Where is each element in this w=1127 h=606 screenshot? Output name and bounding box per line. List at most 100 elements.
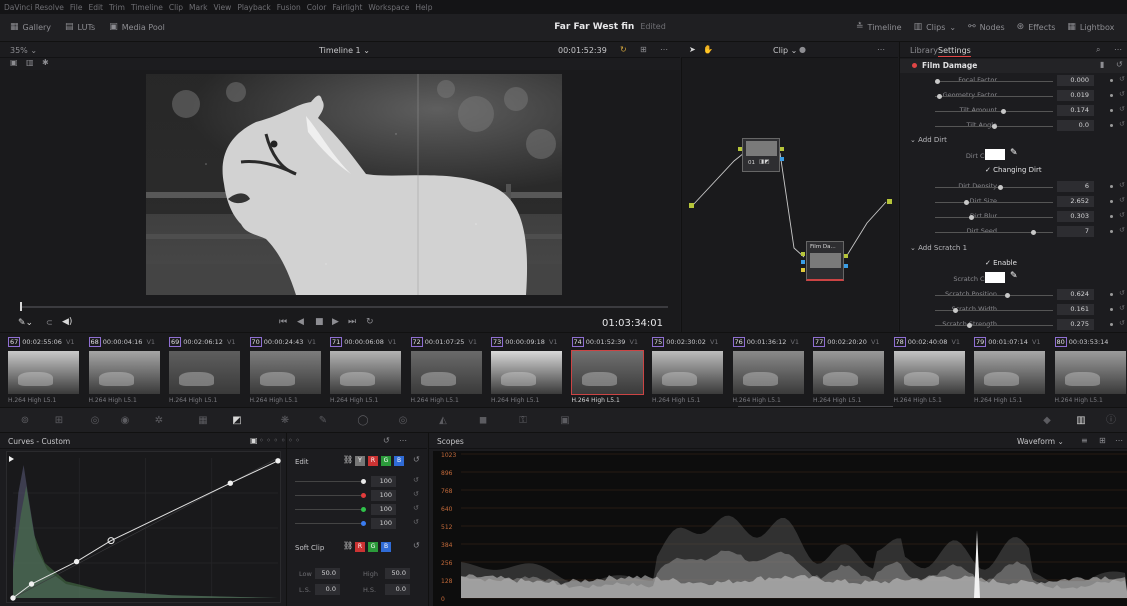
param-value-field[interactable]: 0.303 xyxy=(1057,211,1094,222)
reset-icon[interactable]: ↺ xyxy=(413,455,420,464)
nodes-button[interactable]: ⚯ Nodes xyxy=(968,22,1005,32)
channel-color-dot[interactable] xyxy=(361,479,366,484)
motion-effects-icon[interactable]: ▦ xyxy=(196,414,210,428)
param-slider[interactable] xyxy=(935,94,1053,99)
param-value-field[interactable]: 7 xyxy=(1057,226,1094,237)
low-field[interactable]: 50.0 xyxy=(315,568,340,579)
channel-y-button[interactable]: Y xyxy=(355,456,365,466)
zoom-select[interactable]: 35% ⌄ xyxy=(10,46,37,55)
keyframe-dot[interactable] xyxy=(1110,109,1113,112)
curve-graph[interactable] xyxy=(7,452,282,604)
param-value-field[interactable]: 0.161 xyxy=(1057,304,1094,315)
clip-thumbnail[interactable]: 70 00:00:24:43 V1 H.264 High L5.1 xyxy=(242,333,321,408)
more-icon[interactable]: ⋯ xyxy=(1114,45,1122,54)
reset-icon[interactable]: ↺ xyxy=(1119,75,1125,83)
keyframe-dot[interactable] xyxy=(1110,94,1113,97)
keyframe-dot[interactable] xyxy=(1110,124,1113,127)
clip-thumbnail[interactable]: 69 00:02:06:12 V1 H.264 High L5.1 xyxy=(161,333,240,408)
color-warper-icon[interactable]: ❋ xyxy=(278,414,292,428)
section-add-scratch[interactable]: ⌄ Add Scratch 1 xyxy=(910,244,967,252)
scope-expand-icon[interactable]: ⊞ xyxy=(1099,436,1106,445)
key-icon[interactable]: ⚿ xyxy=(516,414,530,428)
node-graph[interactable]: 01 ◨◩ Film Da... xyxy=(681,58,898,332)
param-slider[interactable] xyxy=(935,293,1053,298)
hdr-wheels-icon[interactable]: ◉ xyxy=(118,414,132,428)
param-value-field[interactable]: 0.174 xyxy=(1057,105,1094,116)
window-icon[interactable]: ◯ xyxy=(356,414,370,428)
channel-value-field[interactable]: 100 xyxy=(371,518,396,529)
reset-icon[interactable]: ↺ xyxy=(1119,289,1125,297)
curve-control-point[interactable] xyxy=(227,480,234,486)
gallery-button[interactable]: ▦ Gallery xyxy=(10,22,51,32)
param-value-field[interactable]: 0.624 xyxy=(1057,289,1094,300)
viewer-mode-icon[interactable]: ▣ xyxy=(10,58,18,67)
keyframe-dot[interactable] xyxy=(1110,79,1113,82)
play-icon[interactable]: ▶ xyxy=(332,317,339,327)
reset-icon[interactable]: ↺ xyxy=(413,541,420,550)
tracker-icon[interactable]: ◎ xyxy=(396,414,410,428)
node-fd-input[interactable] xyxy=(801,252,805,256)
info-icon[interactable]: ⓘ xyxy=(1104,414,1118,428)
keyframe-dot[interactable] xyxy=(1110,215,1113,218)
clip-thumbnail[interactable]: 72 00:01:07:25 V1 H.264 High L5.1 xyxy=(403,333,482,408)
node-01[interactable]: 01 ◨◩ xyxy=(742,138,780,172)
clips-button[interactable]: ▥ Clips ⌄ xyxy=(914,22,957,32)
slider-knob[interactable] xyxy=(937,94,943,99)
keyframe-dot[interactable] xyxy=(1110,323,1113,326)
clip-thumbnail[interactable]: 68 00:00:04:16 V1 H.264 High L5.1 xyxy=(81,333,160,408)
loop-icon[interactable]: ↻ xyxy=(366,317,374,327)
hs-field[interactable]: 0.0 xyxy=(385,584,410,595)
reverse-play-icon[interactable]: ◀ xyxy=(297,317,304,327)
channel-color-dot[interactable] xyxy=(361,521,366,526)
channel-value-field[interactable]: 100 xyxy=(371,490,396,501)
param-value-field[interactable]: 6 xyxy=(1057,181,1094,192)
node-01-output[interactable] xyxy=(780,147,784,151)
menu-item[interactable]: Trim xyxy=(109,3,125,12)
slider-knob[interactable] xyxy=(968,215,974,220)
reset-icon[interactable]: ↺ xyxy=(1119,90,1125,98)
pointer-icon[interactable]: ➤ xyxy=(689,45,696,54)
tree-output[interactable] xyxy=(887,199,892,204)
clip-thumbnail[interactable]: 74 00:01:52:39 V1 H.264 High L5.1 xyxy=(564,333,644,408)
keyframe-dot[interactable] xyxy=(1110,293,1113,296)
param-slider[interactable] xyxy=(935,124,1053,129)
reset-icon[interactable]: ↺ xyxy=(1119,226,1125,234)
reset-icon[interactable]: ↺ xyxy=(413,518,419,526)
clip-thumbnail[interactable]: 67 00:02:55:06 V1 H.264 High L5.1 xyxy=(0,333,79,408)
slider-knob[interactable] xyxy=(935,79,940,84)
trash-icon[interactable]: ▮ xyxy=(1100,60,1104,69)
reset-icon[interactable]: ↺ xyxy=(1119,181,1125,189)
param-slider[interactable] xyxy=(935,185,1053,190)
channel-slider[interactable] xyxy=(295,495,361,496)
camera-raw-icon[interactable]: ⊚ xyxy=(18,414,32,428)
link-icon[interactable]: ⛓ xyxy=(343,455,353,464)
softclip-g-button[interactable]: G xyxy=(368,542,378,552)
curves-icon[interactable]: ◩ xyxy=(230,414,244,428)
reset-icon[interactable]: ↺ xyxy=(413,504,419,512)
channel-color-dot[interactable] xyxy=(361,493,366,498)
channel-slider[interactable] xyxy=(295,523,361,524)
menu-item[interactable]: View xyxy=(214,3,232,12)
color-wheels-icon[interactable]: ◎ xyxy=(88,414,102,428)
playhead[interactable] xyxy=(20,302,22,311)
viewer-scrubber[interactable] xyxy=(0,300,680,316)
menu-item[interactable]: Edit xyxy=(88,3,103,12)
menu-item[interactable]: Workspace xyxy=(368,3,409,12)
menu-item[interactable]: Fusion xyxy=(277,3,301,12)
menu-item[interactable]: File xyxy=(70,3,83,12)
menu-item[interactable]: Fairlight xyxy=(332,3,362,12)
more-icon[interactable]: ⋯ xyxy=(660,45,668,54)
more-icon[interactable]: ⋯ xyxy=(1115,436,1123,445)
slider-knob[interactable] xyxy=(966,323,972,328)
clip-thumbnail[interactable]: 79 00:01:07:14 V1 H.264 High L5.1 xyxy=(966,333,1045,408)
slider-knob[interactable] xyxy=(1005,293,1011,298)
dirt-color-swatch[interactable] xyxy=(985,149,1005,160)
color-match-icon[interactable]: ⊞ xyxy=(52,414,66,428)
tab-library[interactable]: Library xyxy=(910,46,938,55)
scopes-icon[interactable]: ▥ xyxy=(1074,414,1088,428)
menu-item[interactable]: DaVinci Resolve xyxy=(4,3,64,12)
channel-value-field[interactable]: 100 xyxy=(371,504,396,515)
curve-control-point[interactable] xyxy=(28,581,35,587)
loop-icon[interactable]: ↻ xyxy=(620,45,627,54)
slider-knob[interactable] xyxy=(991,124,997,129)
